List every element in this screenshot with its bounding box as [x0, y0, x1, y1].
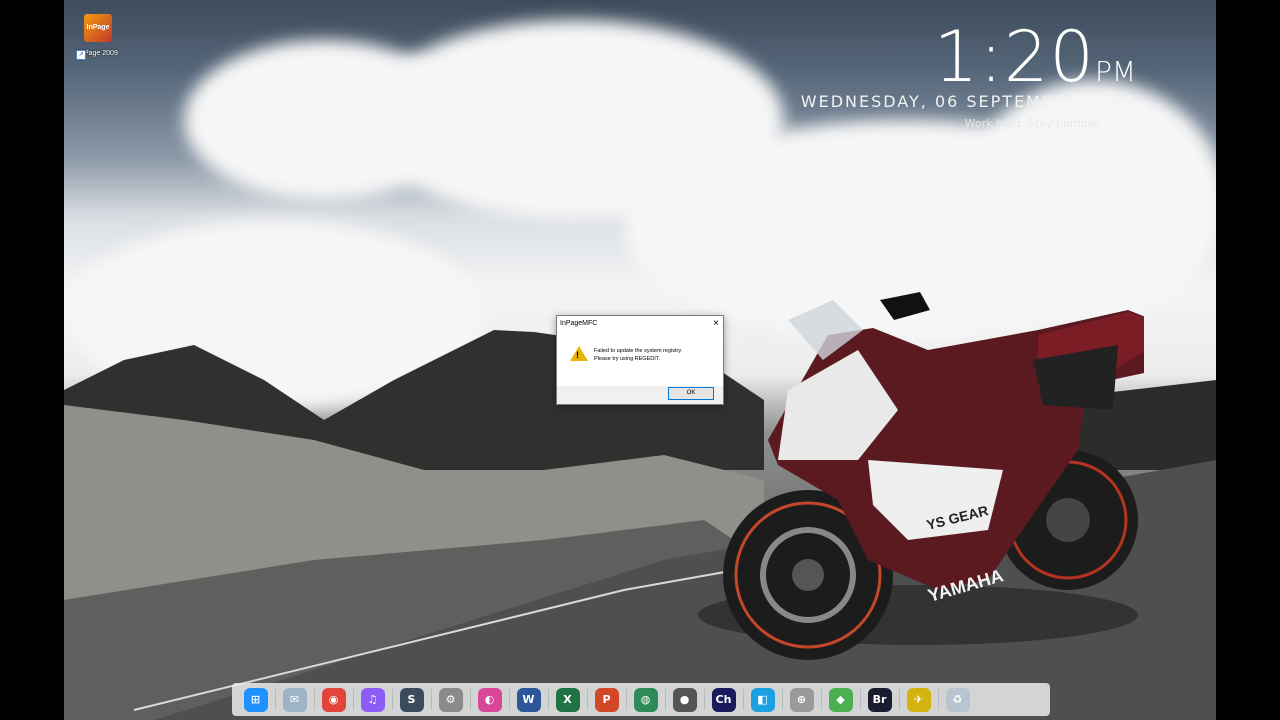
character-animator-icon: Ch — [711, 687, 736, 712]
shortcut-arrow-icon: ↗ — [76, 50, 86, 60]
dock-item-powerpoint[interactable]: P — [587, 683, 626, 716]
dock-item-s-app[interactable]: S — [392, 683, 431, 716]
dock-item-bridge[interactable]: Br — [860, 683, 899, 716]
wallpaper-motorcycle: YS GEAR YAMAHA — [698, 292, 1144, 660]
recycle-bin-icon: ♻ — [945, 687, 970, 712]
dock-item-crosshair[interactable]: ⊕ — [782, 683, 821, 716]
mail-icon: ✉ — [282, 687, 307, 712]
store-icon: ◧ — [750, 687, 775, 712]
bridge-icon: Br — [867, 687, 892, 712]
dock-item-store[interactable]: ◧ — [743, 683, 782, 716]
dock-item-excel[interactable]: X — [548, 683, 587, 716]
inpage-app-icon: InPage — [84, 14, 112, 42]
clock-date: WEDNESDAY, 06 SEPTEMBER 2023 — [800, 92, 1136, 111]
clock-ampm: PM — [1094, 55, 1136, 88]
dock: ⊞ ✉ ◉ ♫ S ⚙ ◐ W X P ◍ ● Ch ◧ ⊕ ◆ Br ✈ ♻ — [232, 683, 1050, 716]
desktop-icon-inpage[interactable]: InPage ↗ InPage 2009 — [72, 14, 124, 60]
chrome-icon: ◉ — [321, 687, 346, 712]
dock-item-windows-start[interactable]: ⊞ — [236, 683, 275, 716]
dialog-message-line: Failed to update the system registry. — [594, 348, 683, 354]
music-icon: ♫ — [360, 687, 385, 712]
dock-item-chrome[interactable]: ◉ — [314, 683, 353, 716]
clock-widget: 1:20PM WEDNESDAY, 06 SEPTEMBER 2023 Work… — [801, 20, 1136, 130]
dialog-title: InPageMFC — [560, 320, 598, 327]
close-icon[interactable]: × — [713, 318, 719, 329]
crosshair-icon: ⊕ — [789, 687, 814, 712]
dock-item-toggle-app[interactable]: ● — [665, 683, 704, 716]
error-dialog: InPageMFC × ! Failed to update the syste… — [556, 315, 724, 405]
settings-icon: ⚙ — [438, 687, 463, 712]
dialog-message-line: Please try using REGEDIT. — [594, 356, 661, 362]
windows-start-icon: ⊞ — [243, 687, 268, 712]
dock-item-mail[interactable]: ✉ — [275, 683, 314, 716]
dock-item-globe-download[interactable]: ◍ — [626, 683, 665, 716]
dock-item-paint-app[interactable]: ◐ — [470, 683, 509, 716]
toggle-app-icon: ● — [672, 687, 697, 712]
dialog-footer: OK — [557, 386, 723, 404]
word-icon: W — [516, 687, 541, 712]
plane-app-icon: ✈ — [906, 687, 931, 712]
clock-motto: Work hard. Stay humble. — [964, 117, 1101, 130]
globe-download-icon: ◍ — [633, 687, 658, 712]
gamepad-icon: ◆ — [828, 687, 853, 712]
paint-app-icon: ◐ — [477, 687, 502, 712]
clock-time: 1:20 — [933, 16, 1095, 98]
dock-item-recycle-bin[interactable]: ♻ — [938, 683, 977, 716]
dock-item-settings[interactable]: ⚙ — [431, 683, 470, 716]
dock-item-word[interactable]: W — [509, 683, 548, 716]
excel-icon: X — [555, 687, 580, 712]
warning-exclamation-icon: ! — [576, 350, 579, 360]
dialog-message: Failed to update the system registry. Pl… — [594, 347, 682, 363]
ok-button[interactable]: OK — [668, 387, 714, 400]
warning-icon — [570, 346, 588, 361]
s-app-icon: S — [399, 687, 424, 712]
dock-item-character-animator[interactable]: Ch — [704, 683, 743, 716]
dock-item-plane-app[interactable]: ✈ — [899, 683, 938, 716]
dialog-titlebar[interactable]: InPageMFC × — [557, 316, 723, 331]
dock-item-music[interactable]: ♫ — [353, 683, 392, 716]
dock-item-gamepad[interactable]: ◆ — [821, 683, 860, 716]
powerpoint-icon: P — [594, 687, 619, 712]
